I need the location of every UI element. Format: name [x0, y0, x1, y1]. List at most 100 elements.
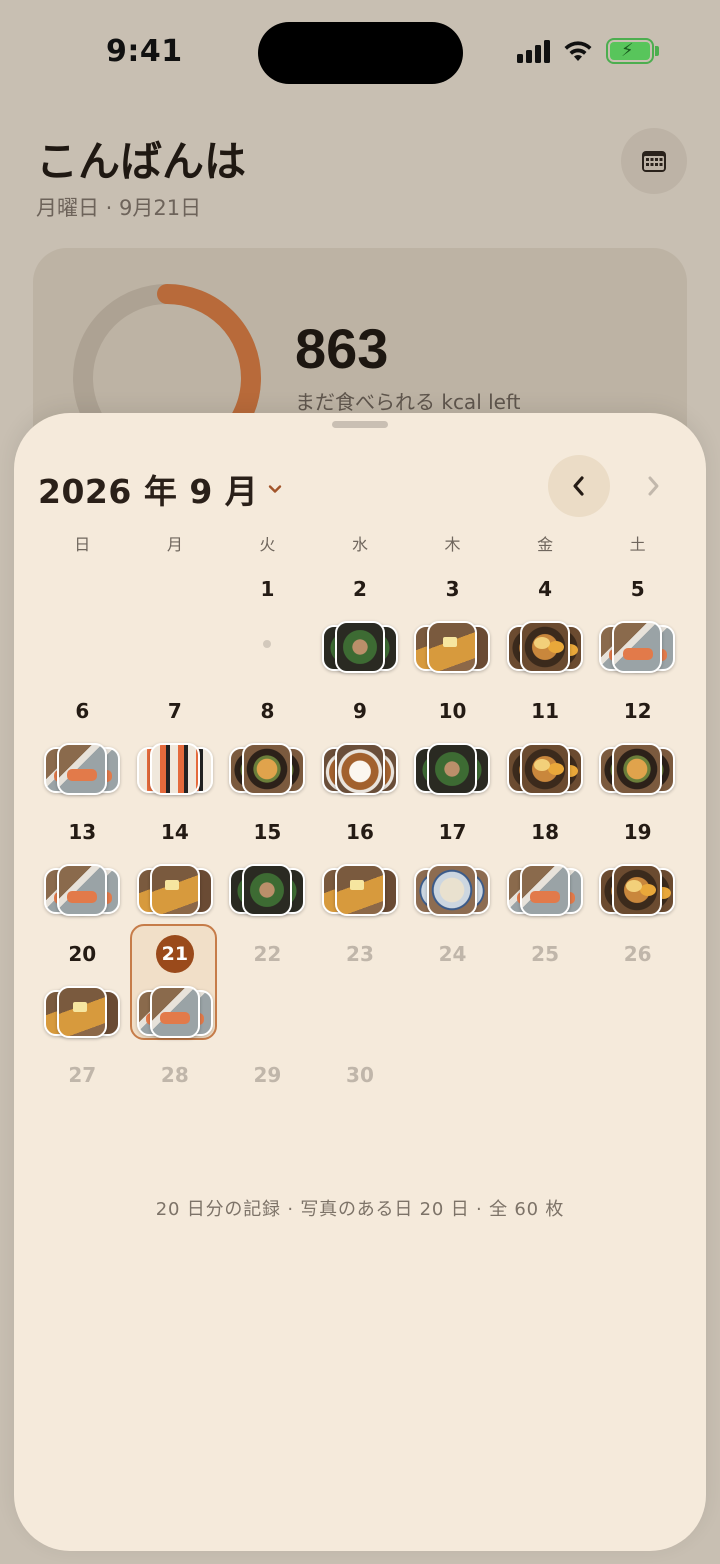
- day-number: 30: [346, 1063, 374, 1087]
- day-number: 29: [253, 1063, 282, 1087]
- meal-photo-stack: [321, 864, 398, 916]
- calendar-day[interactable]: 26: [591, 928, 684, 1050]
- day-number: 28: [160, 1063, 189, 1087]
- calendar-day[interactable]: 9: [314, 685, 407, 807]
- calendar-button[interactable]: [621, 128, 687, 194]
- day-number: 21: [129, 934, 222, 973]
- meal-photo-thumbnail: [427, 742, 478, 795]
- meal-photo-stack: [599, 742, 676, 795]
- calendar-day[interactable]: 25: [499, 928, 592, 1050]
- calendar-day[interactable]: 30: [314, 1049, 407, 1171]
- day-number: 27: [68, 1063, 97, 1087]
- day-number: 24: [438, 941, 467, 966]
- calendar-day[interactable]: 16: [314, 806, 407, 928]
- meal-photo-stack: [44, 742, 120, 795]
- calendar-day[interactable]: 5: [591, 563, 684, 685]
- calendar-day[interactable]: 18: [499, 806, 592, 928]
- status-bar: 9:41 ⚡: [0, 0, 720, 100]
- day-number: 5: [630, 577, 645, 601]
- meal-photo-thumbnail: [149, 985, 200, 1038]
- greeting-title: こんばんは: [36, 137, 247, 186]
- meal-photo-stack: [414, 742, 491, 795]
- chevron-left-icon: [573, 476, 584, 496]
- status-time: 9:41: [106, 34, 183, 69]
- day-number: 9: [353, 698, 367, 723]
- calendar-day[interactable]: 8: [221, 685, 314, 807]
- cellular-signal-icon: [517, 39, 550, 63]
- weekday-header: 日 月 火 水 木 金 土: [36, 531, 684, 555]
- day-number: 19: [623, 820, 652, 844]
- meal-photo-stack: [506, 621, 583, 673]
- weekday-label: 月: [166, 535, 183, 554]
- calendar-day-selected[interactable]: 21: [129, 923, 222, 1050]
- day-number: 15: [253, 820, 282, 844]
- calendar-day[interactable]: 17: [406, 806, 499, 928]
- kcal-remaining-label: まだ食べられる kcal left: [295, 390, 521, 414]
- meal-photo-thumbnail: [519, 621, 570, 673]
- calendar-day[interactable]: 27: [36, 1049, 129, 1171]
- calendar-day[interactable]: 10: [406, 685, 499, 807]
- meal-photo-stack: [44, 864, 120, 916]
- calendar-day[interactable]: 1: [221, 563, 314, 685]
- status-icons: ⚡: [517, 38, 659, 64]
- calendar-day[interactable]: 23: [314, 928, 407, 1050]
- sheet-grabber[interactable]: [332, 421, 388, 428]
- day-number: 18: [531, 820, 560, 844]
- calendar-sheet: 2026 年 9 月 日 月 火 水 木 金 土 1 2 3 4 5 6 7 8 9 10 11 12…: [14, 413, 706, 1551]
- calendar-day[interactable]: 13: [36, 806, 129, 928]
- calendar-day[interactable]: 3: [406, 563, 499, 685]
- meal-photo-stack: [229, 742, 306, 795]
- calendar-day[interactable]: 11: [499, 685, 592, 807]
- previous-month-button[interactable]: [548, 455, 610, 517]
- day-number: 12: [623, 698, 652, 723]
- weekday-label: 土: [629, 535, 646, 554]
- meal-photo-stack: [321, 742, 398, 795]
- day-number: 22: [253, 941, 282, 966]
- calendar-day[interactable]: 12: [591, 685, 684, 807]
- calendar-day[interactable]: 15: [221, 806, 314, 928]
- day-number: 10: [438, 698, 467, 723]
- meal-photo-thumbnail: [57, 742, 107, 795]
- chevron-down-icon: [269, 485, 282, 493]
- calendar-day[interactable]: 24: [406, 928, 499, 1050]
- meal-photo-thumbnail: [612, 742, 663, 795]
- day-number: 13: [68, 820, 97, 844]
- day-number: 11: [531, 698, 560, 723]
- meal-photo-thumbnail: [519, 742, 570, 795]
- weekday-label: 水: [351, 535, 368, 554]
- meal-photo-thumbnail: [612, 621, 663, 673]
- calendar-day[interactable]: 29: [221, 1049, 314, 1171]
- day-number: 2: [353, 577, 367, 601]
- day-number: 20: [68, 941, 97, 966]
- dynamic-island: [258, 22, 463, 84]
- next-month-button[interactable]: [622, 455, 684, 517]
- day-number: 16: [346, 820, 374, 844]
- chevron-right-icon: [648, 476, 659, 496]
- meal-photo-stack: [229, 864, 306, 916]
- meal-photo-thumbnail: [242, 864, 293, 916]
- calendar-day[interactable]: 22: [221, 928, 314, 1050]
- meal-photo-stack: [136, 864, 213, 916]
- calendar-day-grid: 1 2 3 4 5 6 7 8 9 10 11 12 13 14 15 16 17 18 19 20 21 22 23 24 2…: [36, 563, 684, 1171]
- weekday-label: 木: [444, 535, 461, 554]
- calendar-day[interactable]: 28: [129, 1049, 222, 1171]
- day-number: 14: [160, 820, 189, 844]
- calendar-day[interactable]: 4: [499, 563, 592, 685]
- calendar-day[interactable]: 2: [314, 563, 407, 685]
- meal-photo-thumbnail: [57, 864, 107, 916]
- weekday-label: 金: [537, 535, 554, 554]
- meal-photo-stack: [506, 742, 583, 795]
- calendar-day[interactable]: 19: [591, 806, 684, 928]
- meal-photo-thumbnail: [334, 742, 385, 795]
- calendar-day[interactable]: 7: [129, 685, 222, 807]
- calendar-day[interactable]: 20: [36, 928, 129, 1050]
- month-picker[interactable]: 2026 年 9 月: [38, 465, 282, 513]
- day-number: 3: [445, 577, 460, 601]
- calendar-day[interactable]: 6: [36, 685, 129, 807]
- day-number: 26: [623, 941, 652, 966]
- meal-photo-stack: [599, 621, 676, 673]
- calendar-empty-cell: [129, 563, 222, 685]
- meal-photo-stack: [599, 864, 676, 916]
- calendar-day[interactable]: 14: [129, 806, 222, 928]
- battery-charging-icon: ⚡: [606, 38, 659, 64]
